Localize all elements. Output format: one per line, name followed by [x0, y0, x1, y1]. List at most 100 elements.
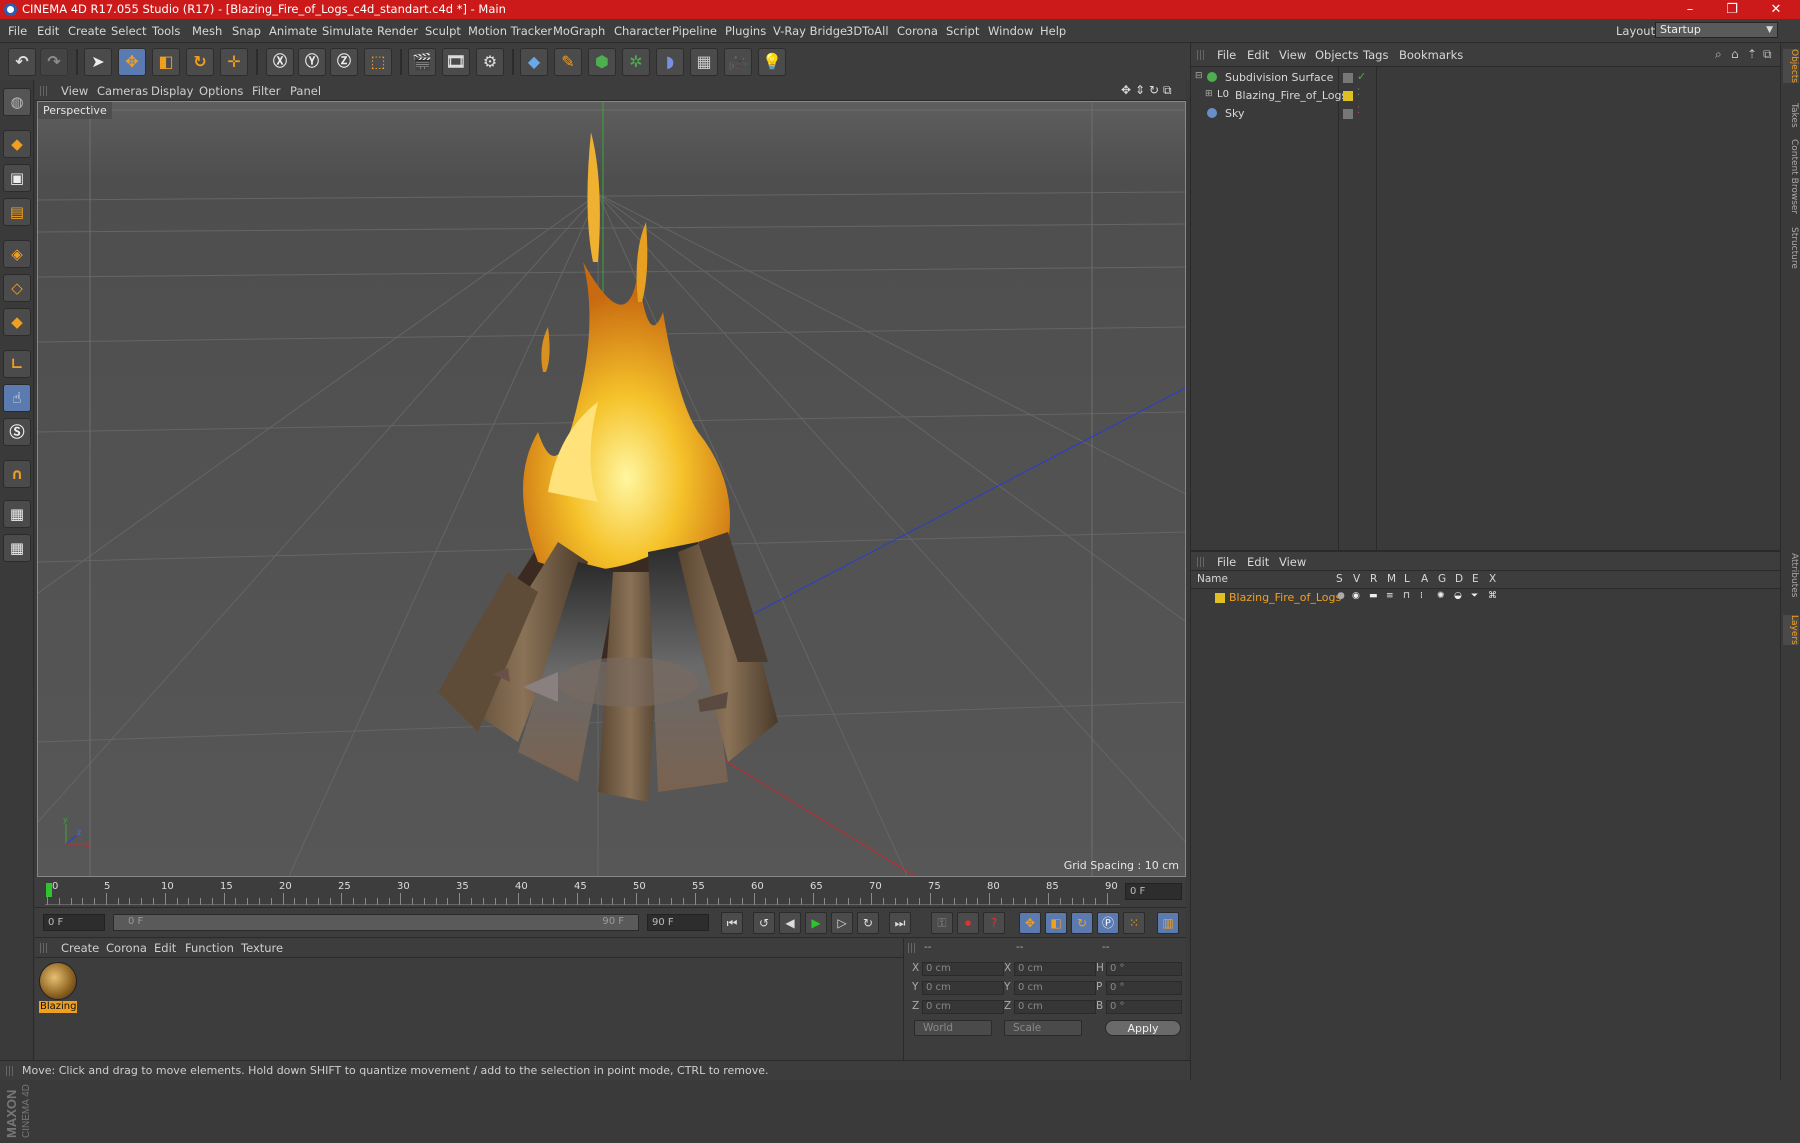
collapse-icon[interactable]: ⊟ [1195, 71, 1203, 81]
workplane-lock-button[interactable]: ▦ [3, 500, 31, 528]
material-menu-edit[interactable]: Edit [154, 941, 176, 955]
menu-script[interactable]: Script [946, 24, 979, 38]
material-menu-texture[interactable]: Texture [241, 941, 283, 955]
menu-vray-bridge[interactable]: V-Ray Bridge [773, 24, 847, 38]
coordinate-system-button[interactable]: ⬚ [364, 48, 392, 76]
menu-render[interactable]: Render [377, 24, 418, 38]
menu-select[interactable]: Select [111, 24, 146, 38]
visibility-toggle[interactable] [1343, 109, 1353, 119]
close-button[interactable]: ✕ [1756, 0, 1796, 19]
scale-tool-button[interactable]: ◧ [152, 48, 180, 76]
maximize-view-icon[interactable]: ⧉ [1163, 83, 1172, 98]
menu-plugins[interactable]: Plugins [725, 24, 766, 38]
size-mode-select[interactable]: Scale [1004, 1020, 1082, 1036]
camera-button[interactable]: 🎥 [724, 48, 752, 76]
object-menu-edit[interactable]: Edit [1247, 48, 1269, 62]
menu-pipeline[interactable]: Pipeline [672, 24, 717, 38]
tab-structure[interactable]: Structure [1783, 227, 1799, 269]
menu-character[interactable]: Character [614, 24, 671, 38]
key-scale-button[interactable]: ◧ [1045, 912, 1067, 934]
pos-z-field[interactable]: 0 cm [922, 1000, 1004, 1014]
material-name[interactable]: Blazing [39, 1001, 77, 1013]
tab-attributes[interactable]: Attributes [1783, 553, 1799, 597]
column-animation[interactable]: A [1421, 573, 1428, 585]
z-axis-lock-button[interactable]: Ⓩ [330, 48, 358, 76]
deformer-icon[interactable]: ◒ [1454, 591, 1462, 601]
column-generators[interactable]: G [1438, 573, 1446, 585]
viewport-menu-options[interactable]: Options [199, 84, 243, 98]
menu-mesh[interactable]: Mesh [192, 24, 222, 38]
menu-sculpt[interactable]: Sculpt [425, 24, 461, 38]
object-menu-bookmarks[interactable]: Bookmarks [1399, 48, 1463, 62]
viewport-menu-filter[interactable]: Filter [252, 84, 280, 98]
workplane-mode-button[interactable]: ▤ [3, 198, 31, 226]
previous-frame-button[interactable]: ◀ [779, 912, 801, 934]
auto-keying-button[interactable]: ? [983, 912, 1005, 934]
object-row[interactable]: ⊟ Subdivision Surface ✓ [1191, 69, 1781, 87]
new-view-icon[interactable]: ⧉ [1763, 47, 1772, 62]
menu-simulate[interactable]: Simulate [322, 24, 373, 38]
material-menu-function[interactable]: Function [185, 941, 234, 955]
axis-mode-button[interactable]: ∟ [3, 350, 31, 378]
eye-icon[interactable]: ◉ [1352, 591, 1360, 601]
pos-x-field[interactable]: 0 cm [922, 962, 1004, 976]
column-xref[interactable]: X [1489, 573, 1496, 585]
cloner-button[interactable]: ✲ [622, 48, 650, 76]
column-solo[interactable]: S [1336, 573, 1343, 585]
keyframe-selection-button[interactable]: ⚿ [931, 912, 953, 934]
expression-icon[interactable]: ⏷ [1471, 591, 1478, 601]
object-row[interactable]: ⊞ L0 Blazing_Fire_of_Logs ⁚ [1191, 87, 1781, 105]
viewport-menu-view[interactable]: View [61, 84, 88, 98]
manager-icon[interactable]: ≡ [1386, 591, 1394, 601]
rot-p-field[interactable]: 0 ° [1106, 981, 1182, 995]
object-menu-view[interactable]: View [1279, 48, 1306, 62]
material-thumbnail[interactable] [39, 962, 77, 1000]
model-mode-button[interactable]: ◆ [3, 130, 31, 158]
generator-icon[interactable]: ✺ [1437, 591, 1445, 601]
layer-color-swatch[interactable] [1343, 91, 1353, 101]
restore-button[interactable]: ❐ [1712, 0, 1752, 19]
render-icon[interactable]: ▬ [1369, 591, 1378, 601]
key-pla-button[interactable]: ⁙ [1123, 912, 1145, 934]
tab-layers[interactable]: Layers [1783, 615, 1799, 645]
column-render[interactable]: R [1370, 573, 1377, 585]
size-z-field[interactable]: 0 cm [1014, 1000, 1096, 1014]
solo-dot-icon[interactable]: ● [1337, 591, 1345, 601]
deformer-button[interactable]: ◗ [656, 48, 684, 76]
menu-snap[interactable]: Snap [232, 24, 261, 38]
render-picture-viewer-button[interactable]: 🎞 [442, 48, 470, 76]
tab-takes[interactable]: Takes [1783, 103, 1799, 128]
key-parameter-button[interactable]: Ⓟ [1097, 912, 1119, 934]
visibility-toggle[interactable] [1343, 73, 1353, 83]
size-y-field[interactable]: 0 cm [1014, 981, 1096, 995]
solo-button[interactable]: Ⓢ [3, 418, 31, 446]
snap-button[interactable]: ∩ [3, 460, 31, 488]
layout-select[interactable]: Startup ▼ [1655, 22, 1778, 38]
checkmark-icon[interactable]: ✓ [1357, 70, 1366, 83]
key-rotation-button[interactable]: ↻ [1071, 912, 1093, 934]
viewport-menu-display[interactable]: Display [151, 84, 193, 98]
menu-edit[interactable]: Edit [37, 24, 59, 38]
object-menu-file[interactable]: File [1217, 48, 1236, 62]
object-row[interactable]: Sky ⁚ [1191, 105, 1781, 123]
search-icon[interactable]: ⌕ [1715, 47, 1722, 62]
menu-mograph[interactable]: MoGraph [553, 24, 605, 38]
column-view[interactable]: V [1353, 573, 1360, 585]
expand-icon[interactable]: ⊞ [1205, 89, 1213, 99]
menu-create[interactable]: Create [68, 24, 106, 38]
home-icon[interactable]: ⌂ [1731, 47, 1739, 61]
visibility-dots-icon[interactable]: ⁚ [1357, 88, 1360, 98]
edges-mode-button[interactable]: ◇ [3, 274, 31, 302]
column-deformers[interactable]: D [1455, 573, 1463, 585]
polygons-mode-button[interactable]: ◆ [3, 308, 31, 336]
column-manager[interactable]: M [1387, 573, 1396, 585]
go-to-end-button[interactable]: ⏭ [889, 912, 911, 934]
floor-button[interactable]: ▦ [690, 48, 718, 76]
up-arrow-icon[interactable]: ⇡ [1747, 47, 1757, 61]
recent-tool-button[interactable]: ✛ [220, 48, 248, 76]
previous-key-button[interactable]: ↺ [753, 912, 775, 934]
apply-button[interactable]: Apply [1105, 1020, 1181, 1036]
cube-button[interactable]: ◆ [520, 48, 548, 76]
current-frame-field[interactable]: 0 F [1125, 883, 1182, 900]
render-settings-button[interactable]: ⚙ [476, 48, 504, 76]
